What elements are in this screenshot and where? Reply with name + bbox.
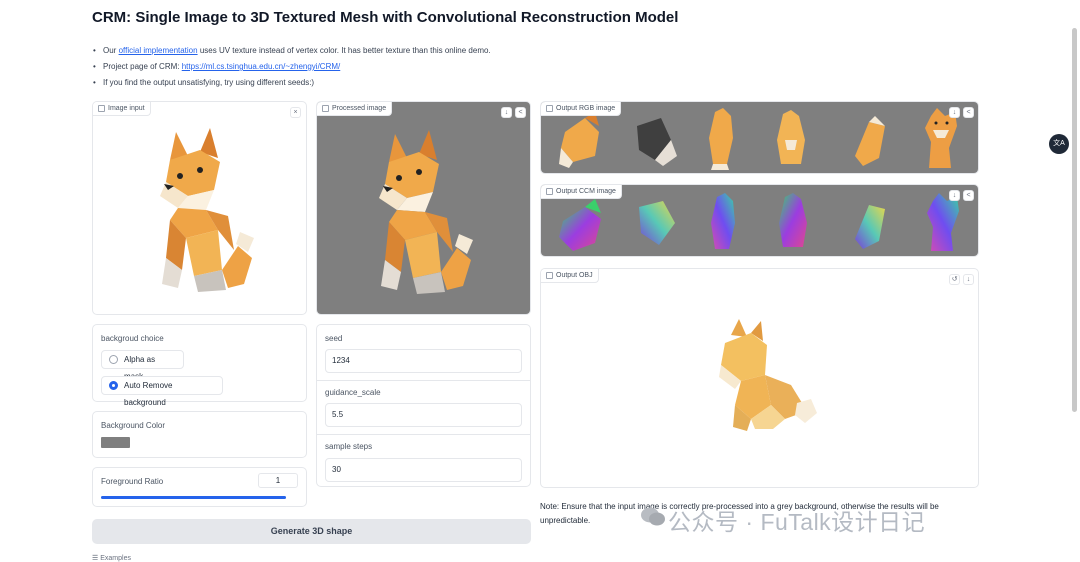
divider bbox=[317, 380, 530, 381]
guidance-scale-input[interactable]: 5.5 bbox=[325, 403, 522, 427]
reset-view-icon[interactable]: ↺ bbox=[949, 274, 960, 285]
background-color-group: Background Color bbox=[92, 411, 307, 458]
note-line-1: Our official implementation uses UV text… bbox=[93, 43, 491, 59]
download-icon[interactable]: ↓ bbox=[501, 107, 512, 118]
sampling-params-group: seed 1234 guidance_scale 5.5 sample step… bbox=[316, 324, 531, 487]
output-ccm-panel[interactable]: Output CCM image ↓ < bbox=[540, 184, 979, 257]
wechat-icon bbox=[641, 507, 665, 526]
background-color-swatch[interactable] bbox=[101, 437, 130, 448]
examples-label: Examples bbox=[100, 555, 131, 562]
list-icon: ☰ bbox=[92, 555, 101, 562]
share-icon[interactable]: < bbox=[963, 107, 974, 118]
generate-3d-shape-button[interactable]: Generate 3D shape bbox=[92, 519, 531, 544]
share-icon[interactable]: < bbox=[515, 107, 526, 118]
image-icon bbox=[546, 105, 553, 112]
intro-notes: Our official implementation uses UV text… bbox=[93, 43, 491, 91]
slider-fill bbox=[101, 496, 286, 499]
download-icon[interactable]: ↓ bbox=[963, 274, 974, 285]
foreground-ratio-slider[interactable] bbox=[101, 496, 286, 499]
background-choice-label: backgroud choice bbox=[101, 334, 164, 343]
seed-input[interactable]: 1234 bbox=[325, 349, 522, 373]
note-line-3: If you find the output unsatisfying, try… bbox=[93, 75, 491, 91]
translate-icon[interactable]: 文A bbox=[1049, 134, 1069, 154]
seed-label: seed bbox=[325, 334, 343, 343]
panel-label: Processed image bbox=[317, 102, 393, 116]
output-obj-panel[interactable]: Output OBJ ↺ ↓ bbox=[540, 268, 979, 488]
page-title: CRM: Single Image to 3D Textured Mesh wi… bbox=[92, 9, 679, 26]
sample-steps-label: sample steps bbox=[325, 442, 373, 451]
note-text: Project page of CRM: bbox=[103, 62, 180, 71]
background-choice-group: backgroud choice Alpha as mask Auto Remo… bbox=[92, 324, 307, 407]
output-ccm-label: Output CCM image bbox=[556, 187, 616, 195]
file-icon bbox=[546, 272, 553, 279]
sample-steps-input[interactable]: 30 bbox=[325, 458, 522, 482]
output-obj-label: Output OBJ bbox=[556, 271, 593, 279]
radio-label: Auto Remove background bbox=[124, 381, 173, 407]
foreground-ratio-group: Foreground Ratio 1 bbox=[92, 467, 307, 507]
share-icon[interactable]: < bbox=[963, 190, 974, 201]
examples-toggle[interactable]: ☰ Examples bbox=[92, 554, 131, 562]
note-text: uses UV texture instead of vertex color.… bbox=[199, 46, 491, 55]
background-color-label: Background Color bbox=[101, 421, 166, 430]
download-icon[interactable]: ↓ bbox=[949, 190, 960, 201]
guidance-scale-label: guidance_scale bbox=[325, 388, 381, 397]
shiba-input-image bbox=[160, 128, 254, 292]
close-icon[interactable]: × bbox=[290, 107, 301, 118]
download-icon[interactable]: ↓ bbox=[949, 107, 960, 118]
panel-label: Output RGB image bbox=[541, 102, 622, 116]
divider bbox=[317, 434, 530, 435]
output-rgb-label: Output RGB image bbox=[556, 104, 616, 112]
note-text: Our bbox=[103, 46, 117, 55]
processed-image-panel[interactable]: Processed image ↓ < bbox=[316, 101, 531, 315]
shiba-processed-image bbox=[379, 130, 473, 294]
panel-label: Output OBJ bbox=[541, 269, 599, 283]
image-input-panel[interactable]: Image input × bbox=[92, 101, 307, 315]
panel-label: Image input bbox=[93, 102, 151, 116]
image-icon bbox=[322, 105, 329, 112]
project-page-link[interactable]: https://ml.cs.tsinghua.edu.cn/~zhengyi/C… bbox=[182, 62, 341, 71]
note-line-2: Project page of CRM: https://ml.cs.tsing… bbox=[93, 59, 491, 75]
watermark-text: 公众号 · FuTalk设计日记 bbox=[668, 509, 926, 535]
radio-dot bbox=[109, 381, 118, 390]
official-implementation-link[interactable]: official implementation bbox=[119, 46, 198, 55]
radio-alpha-as-mask[interactable]: Alpha as mask bbox=[101, 350, 184, 381]
panel-label: Output CCM image bbox=[541, 185, 622, 199]
foreground-ratio-label: Foreground Ratio bbox=[101, 477, 164, 486]
image-icon bbox=[98, 105, 105, 112]
radio-dot bbox=[109, 355, 118, 364]
3d-model-viewer[interactable] bbox=[711, 315, 821, 435]
foreground-ratio-input[interactable]: 1 bbox=[258, 473, 298, 488]
image-input-label: Image input bbox=[108, 104, 145, 112]
radio-auto-remove-background[interactable]: Auto Remove background bbox=[101, 376, 223, 407]
scrollbar[interactable] bbox=[1072, 28, 1077, 412]
image-icon bbox=[546, 188, 553, 195]
output-rgb-panel[interactable]: Output RGB image ↓ < bbox=[540, 101, 979, 174]
processed-image-label: Processed image bbox=[332, 104, 387, 112]
